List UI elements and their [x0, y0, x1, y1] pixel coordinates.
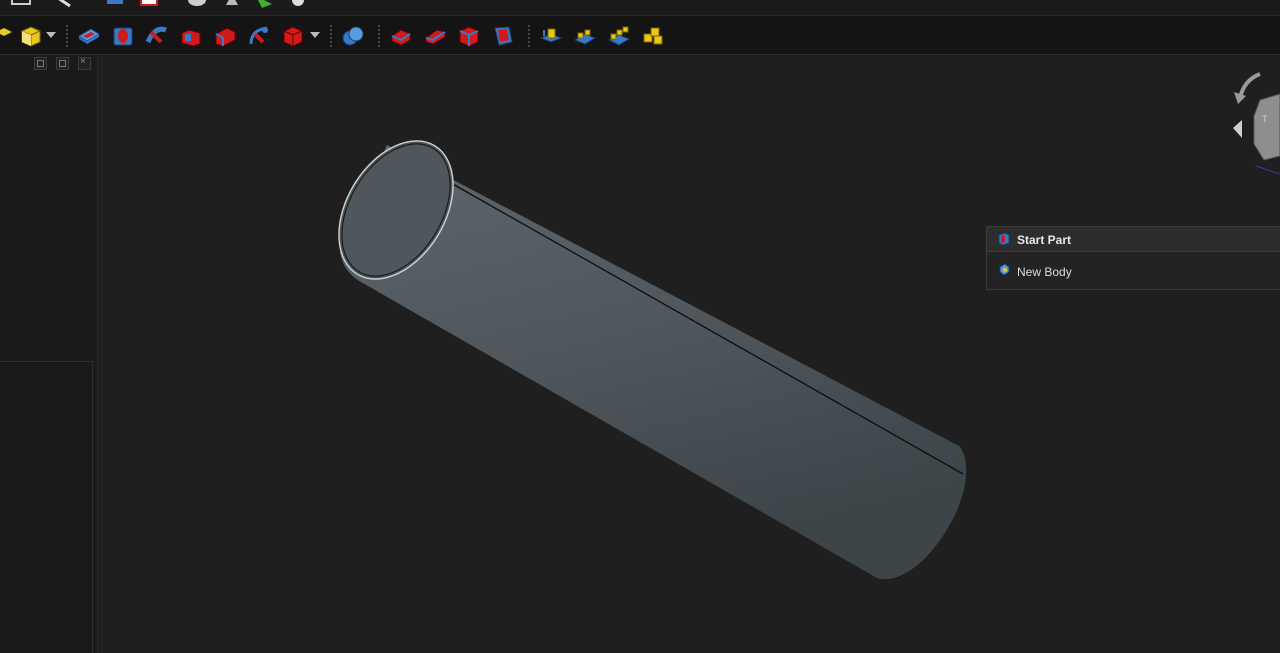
top-shape-icon[interactable]	[188, 0, 206, 6]
toolbar-separator	[378, 25, 380, 47]
loft-icon[interactable]	[213, 24, 237, 48]
polar-pattern-icon[interactable]	[607, 24, 631, 48]
pad-icon[interactable]	[77, 24, 101, 48]
revolution-icon[interactable]	[145, 24, 169, 48]
top-measure-icon[interactable]	[55, 0, 71, 8]
subtractive-primitive-icon[interactable]	[281, 24, 305, 48]
thickness-icon[interactable]	[491, 24, 515, 48]
task-panel: Start Part New Body	[986, 226, 1280, 290]
restore-icon	[59, 60, 66, 67]
top-light-icon[interactable]	[292, 0, 304, 6]
top-green-icon[interactable]	[256, 0, 272, 8]
float-icon	[37, 60, 44, 67]
task-panel-title: Start Part	[1017, 233, 1072, 247]
toolbar-separator	[528, 25, 530, 47]
toolbar-top-row	[0, 0, 1280, 16]
top-doc-icon[interactable]	[140, 0, 158, 6]
top-brackets-icon[interactable]	[11, 0, 31, 5]
task-panel-header[interactable]: Start Part	[987, 227, 1280, 252]
mirrored-icon[interactable]	[539, 24, 563, 48]
partial-tool-icon[interactable]	[0, 24, 18, 48]
navigation-cube[interactable]: T	[1230, 70, 1280, 180]
nav-left-arrow-icon[interactable]	[1233, 120, 1242, 138]
subtractive-dropdown-caret-icon[interactable]	[310, 32, 320, 38]
dock-float-button[interactable]	[34, 57, 47, 70]
part-design-icon	[998, 232, 1010, 246]
top-cone-icon[interactable]	[226, 0, 238, 5]
part-box-icon[interactable]	[19, 24, 43, 48]
toolbar-separator	[330, 25, 332, 47]
new-body-action[interactable]: New Body	[987, 253, 1280, 289]
new-body-icon	[999, 263, 1010, 276]
toolbar-main	[0, 16, 1280, 55]
multi-transform-icon[interactable]	[641, 24, 665, 48]
groove-icon[interactable]	[179, 24, 203, 48]
tube-model[interactable]	[99, 56, 1280, 653]
dock-restore-button[interactable]	[56, 57, 69, 70]
property-view-panel	[0, 361, 93, 653]
chamfer-icon[interactable]	[423, 24, 447, 48]
rotate-arrow-icon[interactable]	[1238, 72, 1261, 99]
draft-icon[interactable]	[457, 24, 481, 48]
new-body-label: New Body	[1017, 265, 1072, 279]
sweep-icon[interactable]	[247, 24, 271, 48]
3d-viewport[interactable]	[99, 56, 1280, 653]
freecad-window: × T Start Part New Body	[0, 0, 1280, 653]
navcube-face[interactable]	[1253, 93, 1280, 161]
linear-pattern-icon[interactable]	[573, 24, 597, 48]
boolean-icon[interactable]	[341, 24, 365, 48]
part-dropdown-caret-icon[interactable]	[46, 32, 56, 38]
toolbar-top-icons	[11, 0, 304, 8]
navcube-face-label: T	[1262, 114, 1268, 124]
close-icon: ×	[80, 56, 86, 67]
dock-close-button[interactable]: ×	[78, 57, 91, 70]
fillet-icon[interactable]	[389, 24, 413, 48]
axis-line	[1255, 165, 1280, 175]
top-cube-icon[interactable]	[107, 0, 123, 4]
toolbar-separator	[66, 25, 68, 47]
pocket-icon[interactable]	[111, 24, 135, 48]
